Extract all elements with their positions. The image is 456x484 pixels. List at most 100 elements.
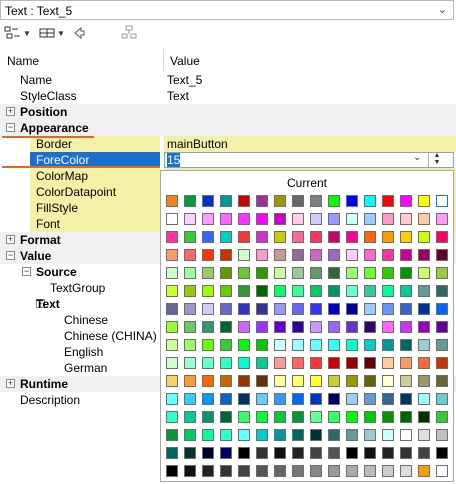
color-swatch[interactable] [382,393,394,405]
color-swatch[interactable] [256,249,268,261]
color-swatch[interactable] [274,249,286,261]
color-swatch[interactable] [220,465,232,477]
color-swatch[interactable] [418,339,430,351]
color-swatch[interactable] [436,357,448,369]
color-swatch[interactable] [418,285,430,297]
property-row[interactable]: − Appearance [0,120,456,136]
color-swatch[interactable] [202,357,214,369]
color-swatch[interactable] [184,195,196,207]
color-swatch[interactable] [202,285,214,297]
categorized-sort-button[interactable]: ▼ [4,24,31,42]
color-swatch[interactable] [202,375,214,387]
color-swatch[interactable] [310,249,322,261]
color-swatch[interactable] [364,411,376,423]
color-swatch[interactable] [184,321,196,333]
color-swatch[interactable] [436,411,448,423]
color-swatch[interactable] [238,447,250,459]
color-swatch[interactable] [436,465,448,477]
color-swatch[interactable] [292,375,304,387]
color-swatch[interactable] [238,213,250,225]
color-swatch[interactable] [238,231,250,243]
color-swatch[interactable] [418,303,430,315]
color-swatch[interactable] [184,465,196,477]
color-swatch[interactable] [238,429,250,441]
color-swatch[interactable] [310,321,322,333]
color-swatch[interactable] [238,411,250,423]
layout-button[interactable] [120,24,138,42]
expand-icon[interactable]: + [6,235,15,244]
color-swatch[interactable] [274,411,286,423]
color-swatch[interactable] [220,303,232,315]
color-swatch[interactable] [418,321,430,333]
color-swatch[interactable] [310,267,322,279]
color-swatch[interactable] [418,213,430,225]
color-swatch[interactable] [346,285,358,297]
color-swatch[interactable] [184,249,196,261]
color-swatch[interactable] [346,231,358,243]
color-swatch[interactable] [400,429,412,441]
color-swatch[interactable] [220,339,232,351]
color-swatch[interactable] [436,213,448,225]
color-swatch[interactable] [328,303,340,315]
color-swatch[interactable] [274,267,286,279]
color-swatch[interactable] [364,447,376,459]
color-swatch[interactable] [328,411,340,423]
color-swatch[interactable] [274,447,286,459]
color-swatch[interactable] [256,231,268,243]
color-swatch[interactable] [310,213,322,225]
color-swatch[interactable] [418,429,430,441]
color-swatch[interactable] [436,429,448,441]
color-swatch[interactable] [292,447,304,459]
color-swatch[interactable] [436,321,448,333]
color-swatch[interactable] [382,411,394,423]
color-swatch[interactable] [346,393,358,405]
color-swatch[interactable] [400,357,412,369]
color-swatch[interactable] [400,249,412,261]
color-swatch[interactable] [274,303,286,315]
color-swatch[interactable] [382,231,394,243]
color-swatch[interactable] [328,213,340,225]
forecolor-input[interactable]: 15 [167,153,181,167]
property-row[interactable]: + Position [0,104,456,120]
color-swatch[interactable] [328,321,340,333]
color-swatch[interactable] [202,303,214,315]
color-swatch[interactable] [418,357,430,369]
color-swatch[interactable] [328,249,340,261]
color-swatch[interactable] [220,213,232,225]
color-swatch[interactable] [436,285,448,297]
color-swatch[interactable] [274,357,286,369]
color-swatch[interactable] [184,393,196,405]
color-swatch[interactable] [256,339,268,351]
color-swatch[interactable] [364,195,376,207]
color-swatch[interactable] [220,249,232,261]
color-swatch[interactable] [166,357,178,369]
color-swatch[interactable] [400,375,412,387]
property-row[interactable]: StyleClass Text [0,88,456,104]
color-swatch[interactable] [166,465,178,477]
color-swatch[interactable] [292,429,304,441]
color-swatch[interactable] [364,375,376,387]
color-swatch[interactable] [238,195,250,207]
color-swatch[interactable] [346,267,358,279]
color-swatch[interactable] [184,375,196,387]
color-swatch[interactable] [274,321,286,333]
color-swatch[interactable] [310,303,322,315]
color-swatch[interactable] [274,213,286,225]
chevron-down-icon[interactable]: ⌄ [413,152,421,163]
color-swatch[interactable] [382,339,394,351]
color-swatch[interactable] [328,231,340,243]
color-swatch[interactable] [400,231,412,243]
color-swatch[interactable] [310,393,322,405]
color-swatch[interactable] [220,321,232,333]
color-swatch[interactable] [166,339,178,351]
color-swatch[interactable] [382,267,394,279]
color-swatch[interactable] [400,339,412,351]
color-swatch[interactable] [400,213,412,225]
color-swatch[interactable] [346,195,358,207]
color-swatch[interactable] [274,339,286,351]
color-swatch[interactable] [292,465,304,477]
color-swatch[interactable] [364,267,376,279]
color-swatch[interactable] [238,465,250,477]
color-swatch[interactable] [292,267,304,279]
color-swatch[interactable] [400,285,412,297]
